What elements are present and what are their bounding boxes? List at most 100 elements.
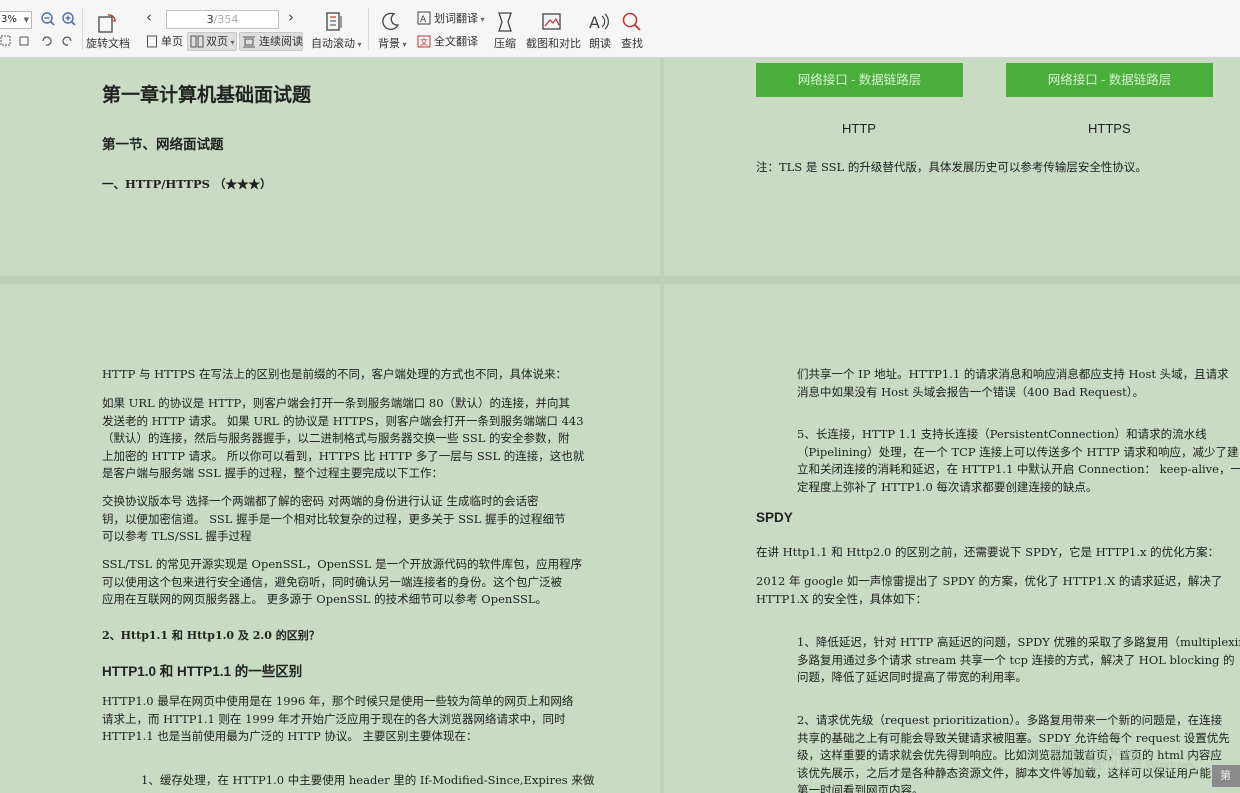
- text-line: 请求上，而 HTTP1.1 则在 1999 年才开始广泛应用于现在的各大浏览器网…: [102, 711, 566, 726]
- paragraph: 交换协议版本号 选择一个两端都了解的密码 对两端的身份进行认证 生成临时的会话密…: [102, 493, 566, 546]
- find-label: 查找: [621, 37, 643, 50]
- compress-button[interactable]: 压缩: [494, 37, 516, 51]
- read-aloud-label: 朗读: [589, 37, 611, 50]
- text-line: HTTP1.0 最早在网页中使用是在 1996 年，那个时候只是使用一些较为简单…: [102, 694, 574, 708]
- link-layer-box-https: 网络接口 - 数据链路层: [1006, 63, 1213, 97]
- screenshot-icon: [542, 13, 561, 30]
- find-button[interactable]: 查找: [621, 37, 643, 51]
- section-title: 第一节、网络面试题: [102, 137, 224, 153]
- text-line: 是客户端与服务端 SSL 握手的过程，整个过程主要完成以下工作：: [102, 466, 443, 480]
- page-gutter: [660, 58, 664, 793]
- paragraph: 如果 URL 的协议是 HTTP，则客户端会打开一条到服务端端口 80（默认）的…: [102, 395, 584, 483]
- text-line: 2、请求优先级（request prioritization）。多路复用带来一个…: [797, 713, 1223, 727]
- continuous-read-icon: [243, 36, 255, 48]
- watermark-line: 转到"设置"以激活 Windows。: [1050, 758, 1207, 772]
- auto-scroll-button[interactable]: 自动滚动 ▾: [311, 37, 362, 52]
- crop-icon[interactable]: [18, 35, 30, 47]
- paragraph: 5、长连接，HTTP 1.1 支持长连接（PersistentConnectio…: [797, 426, 1240, 496]
- word-translate-button[interactable]: 划词翻译 ▾: [434, 12, 485, 27]
- http10-11-heading: HTTP1.0 和 HTTP1.1 的一些区别: [102, 664, 303, 679]
- single-page-button[interactable]: 单页: [161, 35, 183, 49]
- text-line: 如果 URL 的协议是 HTTP，则客户端会打开一条到服务端端口 80（默认）的…: [102, 396, 571, 410]
- text-line: 交换协议版本号 选择一个两端都了解的密码 对两端的身份进行认证 生成临时的会话密: [102, 494, 539, 508]
- page-number-input[interactable]: 3/354: [166, 10, 279, 29]
- text-line: 多路复用通过多个请求 stream 共享一个 tcp 连接的方式，解决了 HOL…: [797, 652, 1235, 667]
- text-line: 消息中如果没有 Host 头域会报告一个错误（400 Bad Request）。: [797, 384, 1145, 399]
- text-line: 可以使用这个包来进行安全通信，避免窃听，同时确认另一端连接者的身份。这个包广泛被: [102, 574, 562, 589]
- zoom-select[interactable]: 3% ▼: [0, 11, 32, 29]
- toolbar-divider: [82, 8, 83, 50]
- moon-icon: [382, 12, 400, 30]
- zoom-out-icon[interactable]: [40, 11, 56, 27]
- full-translate-label: 全文翻译: [434, 35, 478, 48]
- text-line: 发送老的 HTTP 请求。 如果 URL 的协议是 HTTPS，则客户端会打开一…: [102, 413, 584, 428]
- text-line: 可以参考 TLS/SSL 握手过程: [102, 529, 252, 543]
- link-layer-box-http: 网络接口 - 数据链路层: [756, 63, 963, 97]
- text-line: 第一时间看到网页内容。: [797, 783, 924, 793]
- chapter-title: 第一章计算机基础面试题: [102, 84, 312, 106]
- svg-text:A: A: [420, 15, 427, 25]
- zoom-in-icon[interactable]: [61, 11, 77, 27]
- auto-scroll-icon: [326, 12, 342, 31]
- paragraph: 1、降低延迟，针对 HTTP 高延迟的问题，SPDY 优雅的采取了多路复用（mu…: [797, 634, 1240, 687]
- word-translate-label: 划词翻译: [434, 12, 478, 25]
- search-icon: [622, 12, 641, 31]
- text-line: 应用在互联网的网页服务器上。 更多源于 OpenSSL 的技术细节可以参考 Op…: [102, 592, 548, 606]
- toolbar-divider: [368, 8, 369, 50]
- paragraph: 在讲 Http1.1 和 Http2.0 的区别之前，还需要说下 SPDY，它是…: [756, 545, 1220, 559]
- corner-tab[interactable]: 第: [1212, 765, 1240, 787]
- chevron-right-icon[interactable]: ›: [288, 10, 294, 25]
- text-line: （Pipelining）处理，在一个 TCP 连接上可以传送多个 HTTP 请求…: [797, 444, 1239, 459]
- background-label: 背景: [378, 37, 400, 50]
- background-button[interactable]: 背景 ▾: [378, 37, 407, 52]
- double-page-text: 双页 ▾: [206, 35, 235, 48]
- screenshot-compare-button[interactable]: 截图和对比: [526, 37, 581, 51]
- paragraph: HTTP 与 HTTPS 在写法上的区别也是前缀的不同，客户端处理的方式也不同，…: [102, 367, 567, 381]
- paragraph: 们共享一个 IP 地址。HTTP1.1 的请求消息和响应消息都应支持 Host …: [797, 366, 1229, 401]
- toolbar: 3% ▼ 旋转文档 ‹ 3/354 › 单页 双页 ▾ 连续阅读 自动滚动 ▾ 背…: [0, 0, 1240, 58]
- watermark-line: 激活 Windows: [1050, 743, 1139, 759]
- text-line: 问题，降低了延迟同时提高了带宽的利用率。: [797, 670, 1027, 684]
- paragraph: HTTP1.0 最早在网页中使用是在 1996 年，那个时候只是使用一些较为简单…: [102, 693, 573, 746]
- text-line: 2012 年 google 如一声惊雷提出了 SPDY 的方案，优化了 HTTP…: [756, 574, 1223, 588]
- full-translate-icon: 文: [417, 35, 431, 48]
- text-line: 5、长连接，HTTP 1.1 支持长连接（PersistentConnectio…: [797, 427, 1207, 441]
- read-aloud-button[interactable]: 朗读: [589, 37, 611, 51]
- page-current: 3: [206, 13, 214, 26]
- rotate-right-icon[interactable]: [61, 35, 74, 48]
- spdy-heading: SPDY: [756, 510, 793, 525]
- text-line: （默认）的连接，然后与服务器握手，以二进制格式与服务器交换一些 SSL 的安全参…: [102, 431, 570, 445]
- tls-note: 注：TLS 是 SSL 的升级替代版，具体发展历史可以参考传输层安全性协议。: [756, 160, 1147, 174]
- diagram-label-https: HTTPS: [1088, 121, 1131, 136]
- screenshot-compare-label: 截图和对比: [526, 37, 581, 50]
- rotate-icon[interactable]: [96, 12, 118, 34]
- paragraph: 1、缓存处理，在 HTTP1.0 中主要使用 header 里的 If-Modi…: [141, 773, 595, 787]
- subsection-title: 一、HTTP/HTTPS （★★★）: [102, 177, 272, 191]
- full-translate-button[interactable]: 全文翻译: [434, 35, 478, 49]
- rotate-left-icon[interactable]: [40, 35, 53, 48]
- chevron-left-icon[interactable]: ‹: [146, 10, 152, 25]
- single-page-icon: [147, 35, 157, 48]
- rotate-doc-label: 旋转文档: [86, 37, 130, 50]
- paragraph: 2012 年 google 如一声惊雷提出了 SPDY 的方案，优化了 HTTP…: [756, 573, 1222, 608]
- compress-icon: [498, 12, 512, 32]
- rotate-doc-button[interactable]: 旋转文档: [86, 37, 130, 51]
- page-total: /354: [213, 13, 239, 26]
- select-tool-icon[interactable]: [0, 35, 12, 47]
- zoom-value: 3%: [1, 14, 17, 25]
- text-line: 定程度上弥补了 HTTP1.0 每次请求都要创建连接的缺点。: [797, 479, 1098, 494]
- text-line: 们共享一个 IP 地址。HTTP1.1 的请求消息和响应消息都应支持 Host …: [797, 367, 1229, 381]
- question-heading: 2、Http1.1 和 Http1.0 及 2.0 的区别？: [102, 629, 320, 642]
- chevron-down-icon: ▼: [23, 16, 29, 24]
- svg-text:A: A: [589, 13, 600, 32]
- windows-activation-watermark: 激活 Windows 转到"设置"以激活 Windows。: [1050, 744, 1207, 772]
- single-page-label: 单页: [161, 35, 183, 48]
- text-line: 钥，以便加密信道。 SSL 握手是一个相对比较复杂的过程，更多关于 SSL 握手…: [102, 511, 566, 526]
- svg-text:文: 文: [420, 37, 428, 47]
- text-line: HTTP1.X 的安全性，具体如下：: [756, 591, 928, 606]
- diagram-label-http: HTTP: [842, 121, 876, 136]
- continuous-read-text: 连续阅读: [259, 35, 303, 49]
- translate-icon: A: [417, 11, 431, 25]
- speaker-icon: A: [589, 13, 609, 32]
- text-line: 立和关闭连接的消耗和延迟，在 HTTP1.1 中默认开启 Connection：…: [797, 462, 1240, 476]
